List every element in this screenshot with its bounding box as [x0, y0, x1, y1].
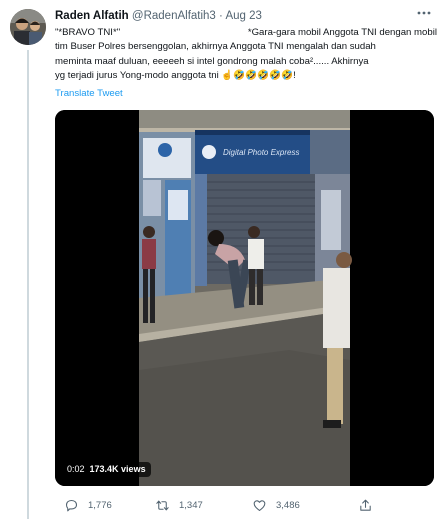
thread-line [27, 50, 29, 519]
video-timecode: 0:02 [67, 464, 85, 474]
video-player[interactable]: Digital Photo Express 0:02 173.4K views [55, 110, 434, 486]
more-options-icon[interactable] [413, 4, 435, 22]
tweet-text-line-2: tim Buser Polres bersenggolan, akhirnya … [55, 41, 376, 53]
tweet-date[interactable]: Aug 23 [225, 10, 261, 22]
retweet-button[interactable]: 1,347 [155, 496, 203, 514]
heart-icon [253, 499, 266, 511]
retweet-count: 1,347 [179, 499, 203, 511]
author-handle[interactable]: @RadenAlfatih3 [132, 10, 216, 22]
video-timecode-badge: 0:02 173.4K views [62, 462, 151, 477]
tweet-text-segment: *Gara-gara mobil Anggota TNI dengan mobi… [247, 27, 437, 38]
tweet-header: Raden Alfatih @RadenAlfatih3 · Aug 23 [55, 10, 262, 22]
tweet[interactable]: Raden Alfatih @RadenAlfatih3 · Aug 23 "*… [0, 0, 446, 519]
tweet-text-line-3: meminta maaf duluan, eeeeeh si intel gon… [55, 55, 369, 67]
video-frame: Digital Photo Express [55, 110, 434, 486]
tweet-actions: 1,776 1,347 3,486 [55, 496, 437, 514]
reply-icon [65, 499, 78, 511]
tweet-text-line-1: "*BRAVO TNI*" *Gara-gara mobil Anggota T… [55, 26, 437, 40]
tweet-text-line-4: yg terjadi jurus Yong-modo anggota tni ☝… [55, 70, 296, 82]
tweet-text-segment: "*BRAVO TNI*" [55, 27, 121, 38]
separator-dot: · [219, 10, 223, 22]
share-button[interactable] [358, 496, 382, 514]
reply-count: 1,776 [88, 499, 112, 511]
author-name[interactable]: Raden Alfatih [55, 10, 129, 22]
reply-button[interactable]: 1,776 [64, 496, 112, 514]
like-button[interactable]: 3,486 [252, 496, 300, 514]
tweet-text: "*BRAVO TNI*" *Gara-gara mobil Anggota T… [55, 26, 437, 84]
avatar[interactable] [10, 9, 46, 45]
share-icon [360, 499, 371, 511]
translate-tweet-link[interactable]: Translate Tweet [55, 88, 123, 99]
video-views: 173.4K views [89, 464, 146, 474]
retweet-icon [156, 500, 169, 510]
store-sign-text: Digital Photo Express [223, 148, 299, 157]
like-count: 3,486 [276, 499, 300, 511]
